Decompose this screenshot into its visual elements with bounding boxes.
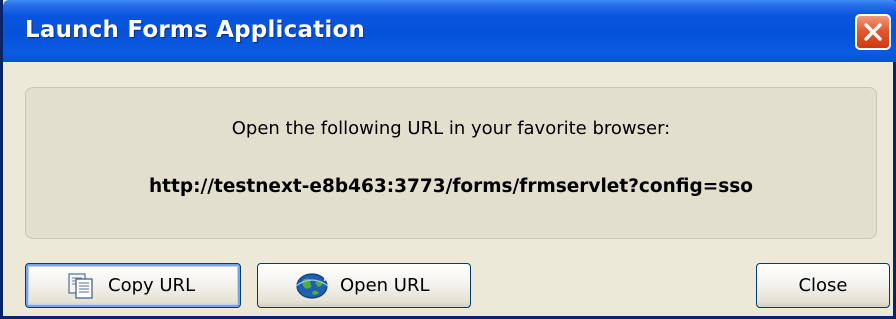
copy-url-button[interactable]: Copy URL (25, 263, 241, 308)
window-title: Launch Forms Application (25, 17, 366, 43)
close-label: Close (798, 275, 848, 296)
title-bar[interactable]: Launch Forms Application (3, 0, 896, 62)
copy-url-label: Copy URL (108, 275, 196, 296)
window-close-button[interactable] (855, 14, 891, 50)
globe-icon (294, 272, 330, 305)
url-text: http://testnext-e8b463:3773/forms/frmser… (149, 176, 753, 197)
close-button[interactable]: Close (756, 263, 890, 308)
message-panel: Open the following URL in your favorite … (25, 87, 877, 239)
instruction-text: Open the following URL in your favorite … (231, 118, 671, 139)
open-url-label: Open URL (340, 275, 430, 296)
close-x-icon (864, 23, 882, 41)
launch-forms-dialog: Launch Forms Application Open the follow… (0, 0, 896, 319)
copy-icon (68, 273, 94, 305)
open-url-button[interactable]: Open URL (257, 263, 471, 308)
